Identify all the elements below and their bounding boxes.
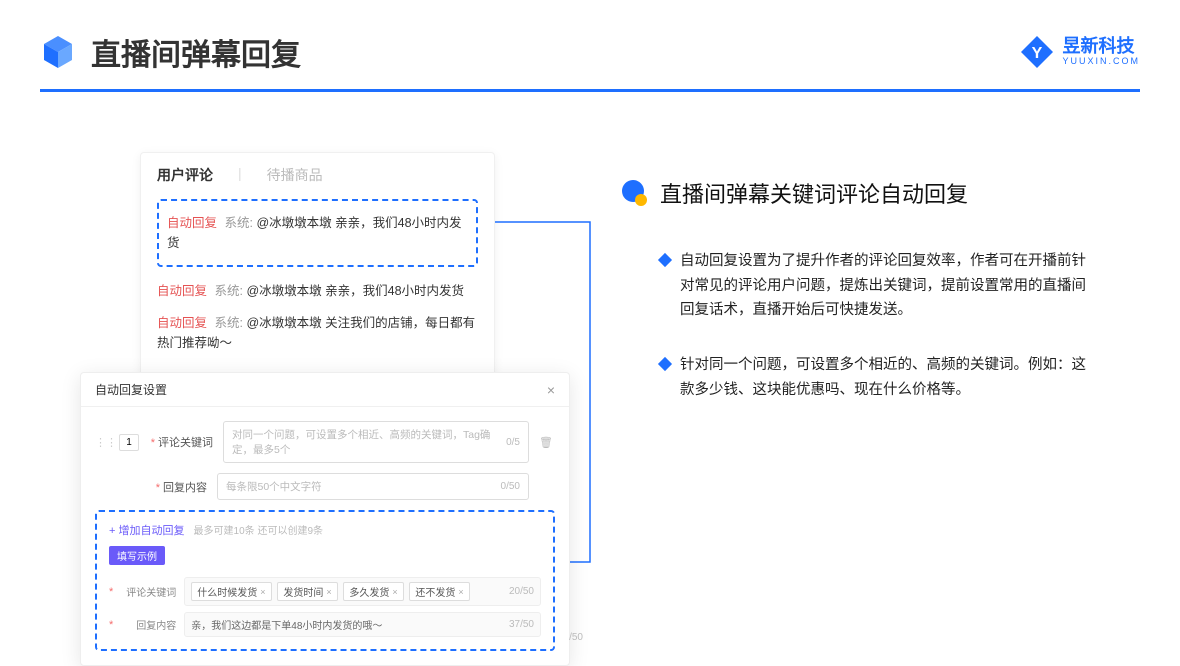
keyword-row: ⋮⋮ 1 *评论关键词 对同一个问题，可设置多个相近、高频的关键词，Tag确定，… — [95, 421, 555, 463]
tab-products[interactable]: 待播商品 — [267, 165, 323, 185]
modal-title: 自动回复设置 — [95, 381, 167, 398]
comment-row: 自动回复 系统: @冰墩墩本墩 亲亲，我们48小时内发货 — [157, 275, 478, 307]
diamond-bullet-icon — [658, 253, 672, 267]
reply-placeholder: 每条限50个中文字符 — [226, 479, 322, 494]
ex-reply-counter: 37/50 — [509, 619, 534, 630]
page-title: 直播间弹幕回复 — [91, 30, 1020, 74]
keyword-input[interactable]: 对同一个问题，可设置多个相近、高频的关键词，Tag确定，最多5个 0/5 — [223, 421, 529, 463]
drag-handle-icon[interactable]: ⋮⋮ — [95, 436, 109, 449]
reply-counter: 0/50 — [501, 481, 520, 492]
section-title-row: 直播间弹幕关键词评论自动回复 — [620, 177, 1140, 209]
side-counter: /50 — [569, 632, 583, 643]
highlighted-comment: 自动回复 系统: @冰墩墩本墩 亲亲，我们48小时内发货 — [157, 199, 478, 267]
example-reply-row: * 回复内容 亲，我们这边都是下单48小时内发货的哦～ 37/50 — [109, 612, 541, 637]
tag: 发货时间× — [277, 582, 337, 601]
tab-separator: | — [238, 165, 242, 185]
keyword-placeholder: 对同一个问题，可设置多个相近、高频的关键词，Tag确定，最多5个 — [232, 427, 506, 457]
left-column: 用户评论 | 待播商品 自动回复 系统: @冰墩墩本墩 亲亲，我们48小时内发货… — [80, 152, 560, 470]
brand-url: YUUXIN.COM — [1062, 57, 1140, 67]
auto-reply-label: 自动回复 — [157, 316, 207, 330]
system-label: 系统: — [215, 284, 243, 298]
brand-logo-icon: Y — [1020, 35, 1054, 69]
ex-keyword-label: 评论关键词 — [124, 584, 176, 599]
tag: 多久发货× — [343, 582, 403, 601]
brand-block: Y 昱新科技 YUUXIN.COM — [1020, 35, 1140, 69]
auto-reply-label: 自动回复 — [167, 216, 217, 230]
ex-reply-text: 亲，我们这边都是下单48小时内发货的哦～ — [191, 617, 382, 632]
example-keyword-input[interactable]: 什么时候发货× 发货时间× 多久发货× 还不发货× 20/50 — [184, 577, 541, 606]
svg-text:Y: Y — [1032, 45, 1043, 62]
bullet-item: 自动回复设置为了提升作者的评论回复效率，作者可在开播前针对常见的评论用户问题，提… — [620, 249, 1140, 323]
tab-comments[interactable]: 用户评论 — [157, 165, 213, 185]
delete-icon[interactable]: 🗑 — [539, 436, 555, 449]
bullet-text: 针对同一个问题，可设置多个相近的、高频的关键词。例如：这款多少钱、这块能优惠吗、… — [680, 353, 1100, 402]
bullet-item: 针对同一个问题，可设置多个相近的、高频的关键词。例如：这款多少钱、这块能优惠吗、… — [620, 353, 1140, 402]
auto-reply-label: 自动回复 — [157, 284, 207, 298]
system-label: 系统: — [225, 216, 253, 230]
example-reply-input[interactable]: 亲，我们这边都是下单48小时内发货的哦～ 37/50 — [184, 612, 541, 637]
reply-row: *回复内容 每条限50个中文字符 0/50 — [95, 473, 555, 500]
keyword-label: 评论关键词 — [158, 437, 213, 449]
modal-header: 自动回复设置 × — [81, 373, 569, 407]
ex-reply-label: 回复内容 — [124, 617, 176, 632]
comment-text: @冰墩墩本墩 亲亲，我们48小时内发货 — [246, 284, 464, 298]
bullet-text: 自动回复设置为了提升作者的评论回复效率，作者可在开播前针对常见的评论用户问题，提… — [680, 249, 1100, 323]
brand-name: 昱新科技 — [1062, 37, 1140, 57]
example-keyword-row: * 评论关键词 什么时候发货× 发货时间× 多久发货× 还不发货× 20/50 — [109, 577, 541, 606]
close-icon[interactable]: × — [547, 382, 555, 398]
reply-input[interactable]: 每条限50个中文字符 0/50 — [217, 473, 529, 500]
diamond-bullet-icon — [658, 357, 672, 371]
add-hint: 最多可建10条 还可以创建9条 — [194, 526, 323, 537]
ex-kw-counter: 20/50 — [509, 586, 534, 597]
auto-reply-settings-modal: 自动回复设置 × ⋮⋮ 1 *评论关键词 对同一个问题，可设置多个相近、高频的关… — [80, 372, 570, 666]
right-column: 直播间弹幕关键词评论自动回复 自动回复设置为了提升作者的评论回复效率，作者可在开… — [620, 152, 1140, 470]
page-header: 直播间弹幕回复 Y 昱新科技 YUUXIN.COM — [0, 0, 1180, 89]
cube-icon — [40, 34, 76, 70]
comment-row: 自动回复 系统: @冰墩墩本墩 关注我们的店铺，每日都有热门推荐呦～ — [157, 307, 478, 359]
card-tabs: 用户评论 | 待播商品 — [157, 165, 478, 185]
comment-row: 自动回复 系统: @冰墩墩本墩 亲亲，我们48小时内发货 — [167, 207, 468, 259]
section-title: 直播间弹幕关键词评论自动回复 — [660, 177, 968, 209]
system-label: 系统: — [215, 316, 243, 330]
example-box: + 增加自动回复 最多可建10条 还可以创建9条 填写示例 * 评论关键词 什么… — [95, 510, 555, 651]
tag: 什么时候发货× — [191, 582, 271, 601]
reply-label: 回复内容 — [163, 482, 207, 494]
keyword-counter: 0/5 — [506, 437, 520, 448]
index-box: 1 — [119, 434, 139, 451]
example-badge: 填写示例 — [109, 546, 165, 565]
add-auto-reply-link[interactable]: + 增加自动回复 — [109, 525, 184, 537]
chat-bubble-icon — [620, 179, 648, 207]
tag: 还不发货× — [409, 582, 469, 601]
